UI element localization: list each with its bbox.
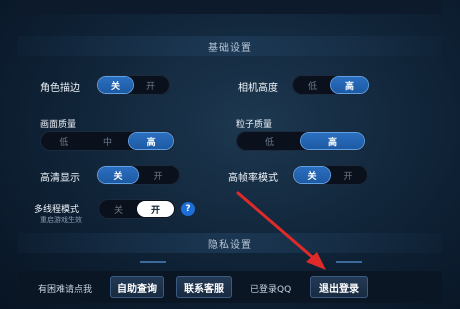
- quality-toggle[interactable]: 低 中 高: [40, 131, 175, 151]
- high-fps-toggle[interactable]: 关 开: [292, 165, 368, 185]
- particle-toggle[interactable]: 低 高: [236, 131, 366, 151]
- quality-option-low[interactable]: 低: [42, 133, 86, 149]
- camera-height-toggle[interactable]: 低 高: [292, 75, 370, 95]
- outline-option-on[interactable]: 开: [133, 77, 168, 93]
- privacy-content-hint: [18, 258, 442, 266]
- high-fps-option-on[interactable]: 开: [330, 167, 366, 183]
- hd-toggle[interactable]: 关 开: [96, 165, 180, 185]
- settings-screen: 基础设置 角色描边 关 开 相机高度 低 高 画面质量 低 中 高 粒子质量 低…: [0, 0, 460, 309]
- high-fps-option-off[interactable]: 关: [294, 167, 330, 183]
- particle-option-low[interactable]: 低: [238, 133, 301, 149]
- multithread-sublabel: 重启游戏生效: [40, 216, 82, 224]
- particle-label: 粒子质量: [236, 120, 273, 130]
- hd-option-off[interactable]: 关: [98, 167, 138, 183]
- quality-option-mid[interactable]: 中: [86, 133, 130, 149]
- hd-option-on[interactable]: 开: [138, 167, 178, 183]
- camera-height-option-low[interactable]: 低: [294, 77, 331, 93]
- logged-in-status: 已登录QQ: [250, 285, 292, 295]
- self-query-button[interactable]: 自助查询: [110, 276, 164, 298]
- quality-option-high[interactable]: 高: [129, 133, 174, 149]
- camera-height-option-high[interactable]: 高: [331, 77, 368, 93]
- multithread-option-off[interactable]: 关: [100, 201, 137, 217]
- section-title-basic: 基础设置: [208, 42, 252, 54]
- particle-option-high[interactable]: 高: [301, 133, 364, 149]
- help-prompt-text: 有困难请点我: [38, 285, 93, 295]
- multithread-toggle[interactable]: 关 开: [98, 199, 176, 219]
- multithread-label: 多线程模式: [34, 205, 80, 215]
- high-fps-label: 高帧率模式: [228, 173, 278, 184]
- footer-bar: 有困难请点我 自助查询 联系客服 已登录QQ 退出登录: [18, 271, 442, 303]
- logout-button[interactable]: 退出登录: [310, 276, 368, 298]
- hd-label: 高清显示: [40, 173, 80, 184]
- basic-settings-panel: 角色描边 关 开 相机高度 低 高 画面质量 低 中 高 粒子质量 低 高 高清…: [18, 56, 442, 232]
- privacy-toggle-hint-right: [336, 261, 362, 263]
- help-icon-glyph: ?: [185, 204, 191, 214]
- top-band: [18, 0, 442, 14]
- contact-support-button[interactable]: 联系客服: [176, 276, 232, 298]
- outline-toggle[interactable]: 关 开: [96, 75, 170, 95]
- section-header-privacy: 隐私设置: [18, 233, 442, 253]
- help-icon[interactable]: ?: [181, 202, 195, 216]
- outline-label: 角色描边: [40, 83, 80, 94]
- outline-option-off[interactable]: 关: [98, 77, 133, 93]
- section-title-privacy: 隐私设置: [208, 239, 252, 251]
- quality-label: 画面质量: [40, 120, 77, 130]
- section-header-basic: 基础设置: [18, 36, 442, 56]
- multithread-option-on[interactable]: 开: [137, 201, 174, 217]
- camera-height-label: 相机高度: [238, 83, 278, 94]
- privacy-toggle-hint-left: [140, 261, 166, 263]
